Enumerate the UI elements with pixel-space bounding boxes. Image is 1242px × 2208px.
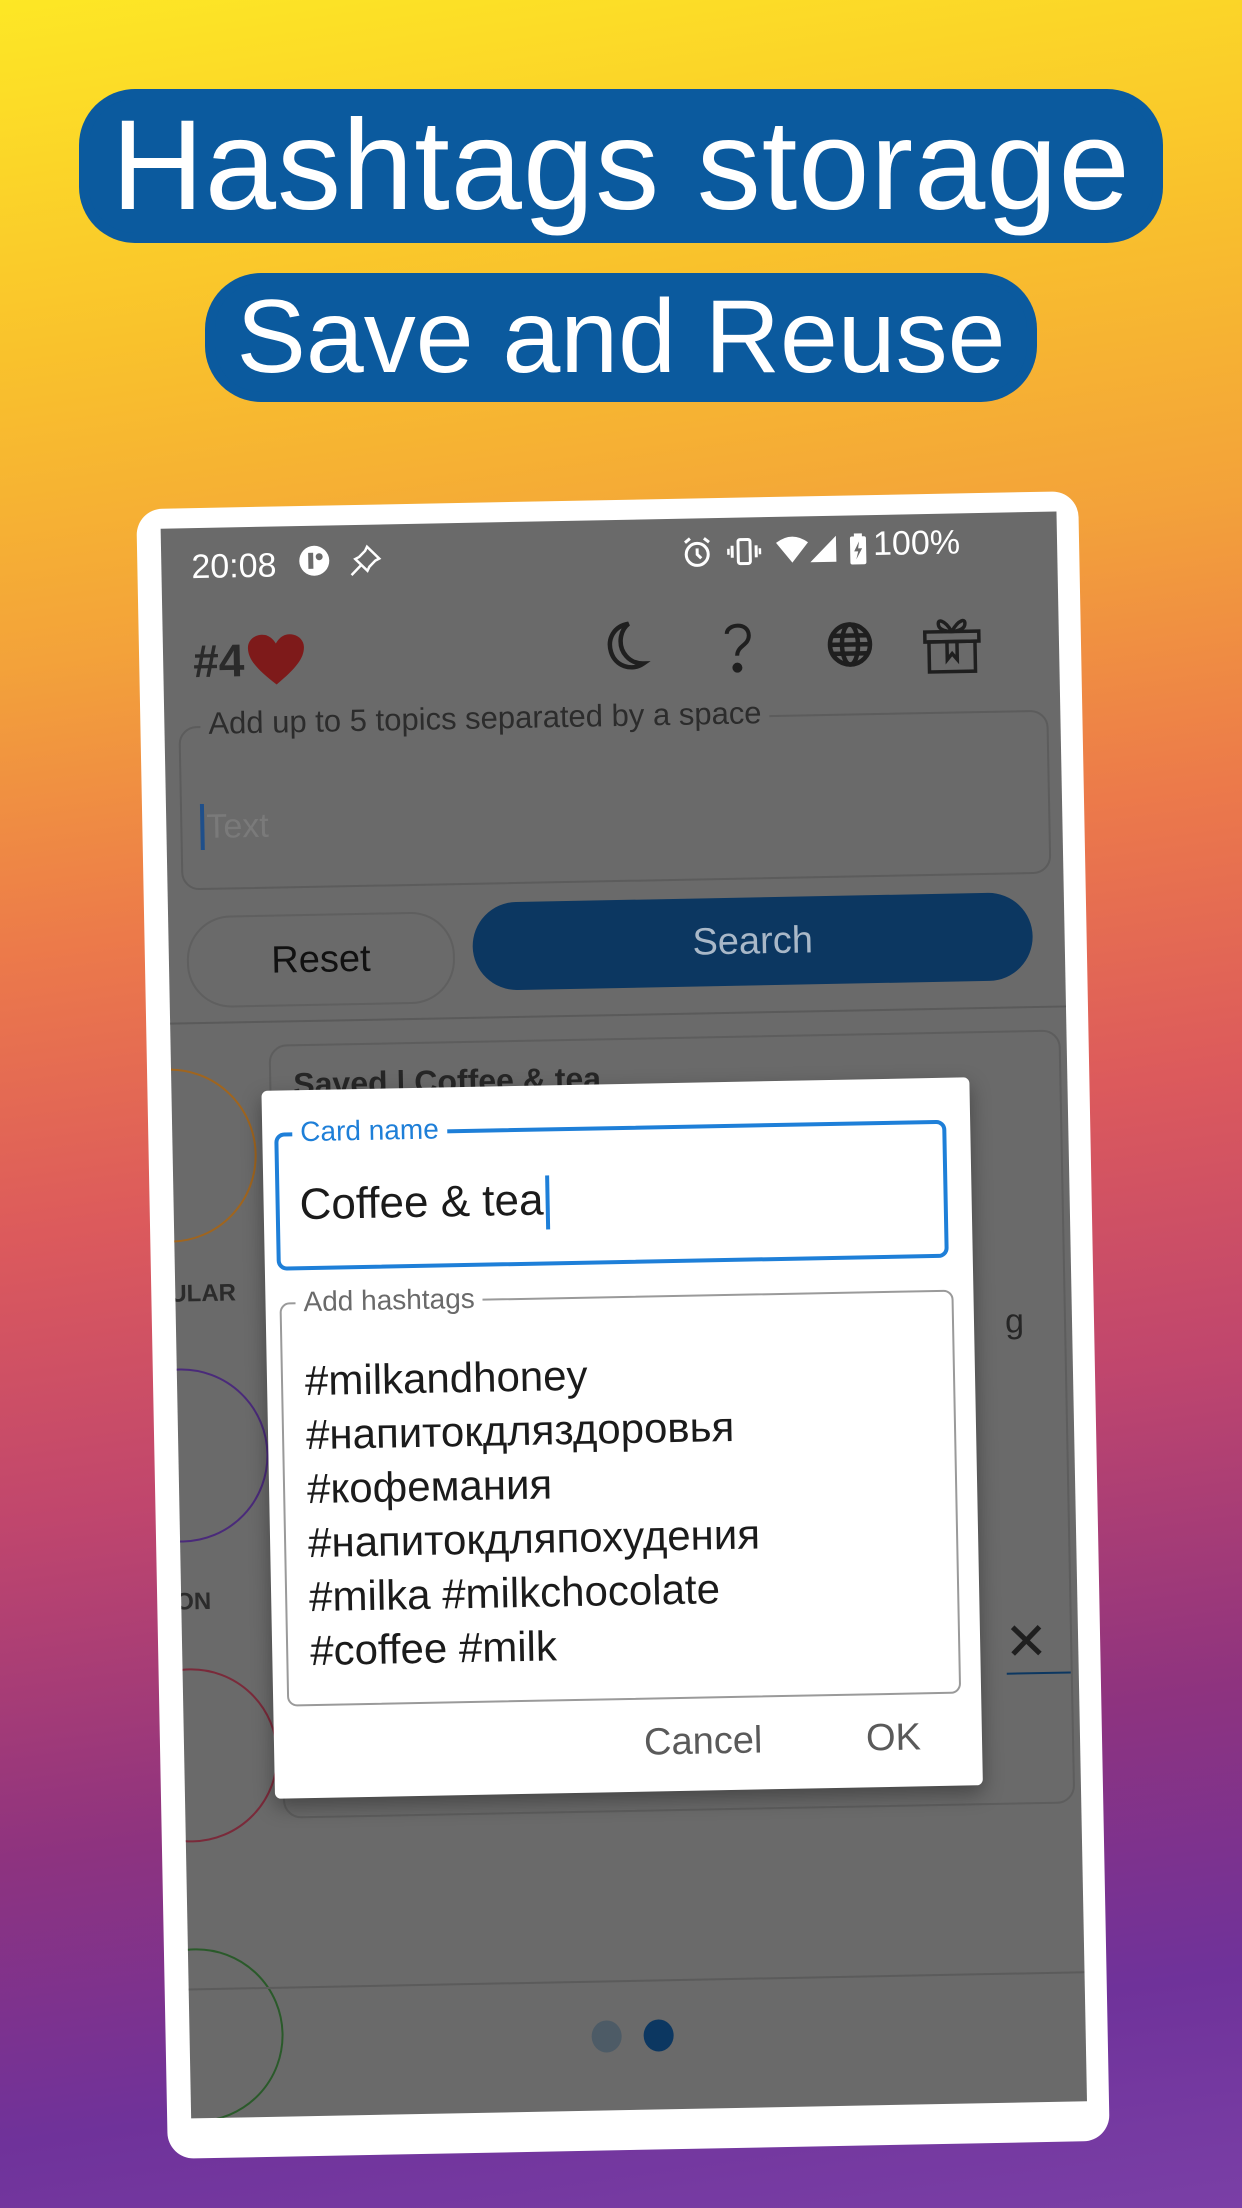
ok-button[interactable]: OK xyxy=(866,1716,922,1760)
headline-subtitle: Save and Reuse xyxy=(0,278,1242,397)
side-tab-label[interactable]: ON xyxy=(175,1588,212,1617)
alarm-icon xyxy=(681,536,714,578)
reset-button[interactable]: Reset xyxy=(186,911,456,1009)
app-brand[interactable]: #4 xyxy=(193,632,307,688)
card-underline xyxy=(1006,1671,1071,1675)
topics-input[interactable]: Text xyxy=(199,802,270,851)
pager-dot-1[interactable] xyxy=(591,2020,622,2053)
app-toolbar: #4 xyxy=(162,598,1060,705)
status-time: 20:08 xyxy=(191,546,277,587)
heart-icon xyxy=(248,634,305,685)
divider xyxy=(170,1005,1066,1025)
globe-icon[interactable] xyxy=(814,609,885,680)
hashtags-label: Add hashtags xyxy=(295,1282,484,1319)
gift-icon[interactable] xyxy=(916,607,987,678)
pin-icon xyxy=(347,542,384,588)
card-name-label: Card name xyxy=(291,1113,448,1149)
help-icon[interactable] xyxy=(702,611,773,682)
text-caret xyxy=(544,1175,550,1230)
hashtags-field[interactable]: Add hashtags #milkandhoney #напитокдлязд… xyxy=(279,1282,962,1707)
search-button[interactable]: Search xyxy=(471,892,1034,991)
app-screen: 20:08 100% #4 Add up to 5 topics separat… xyxy=(160,511,1087,2119)
side-tab-label[interactable]: ULAR xyxy=(169,1279,236,1308)
status-bar: 20:08 100% xyxy=(161,512,1058,595)
battery-charging-icon xyxy=(849,533,868,574)
topics-field[interactable]: Add up to 5 topics separated by a space … xyxy=(178,695,1052,891)
edit-card-dialog: Card name Coffee & tea Add hashtags #mil… xyxy=(261,1077,983,1799)
vibrate-icon xyxy=(726,535,762,577)
phone-frame: 20:08 100% #4 Add up to 5 topics separat… xyxy=(136,491,1110,2159)
card-name-input[interactable]: Coffee & tea xyxy=(299,1175,550,1234)
wifi-icon xyxy=(775,534,810,574)
battery-level: 100% xyxy=(872,523,961,564)
headline-title: Hashtags storage xyxy=(0,92,1242,239)
app-notification-icon xyxy=(297,543,332,587)
side-tab-circle[interactable] xyxy=(160,1067,259,1245)
cancel-button[interactable]: Cancel xyxy=(644,1719,763,1764)
close-icon[interactable]: ✕ xyxy=(1004,1612,1049,1673)
moon-icon[interactable] xyxy=(588,613,659,684)
side-tab-circle[interactable] xyxy=(160,1666,280,1845)
hashtags-input[interactable]: #milkandhoney #напитокдляздоровья #кофем… xyxy=(305,1345,763,1678)
pager-bar xyxy=(188,1971,1087,2119)
side-tab-circle[interactable] xyxy=(160,1366,271,1545)
pager-dot-2-active[interactable] xyxy=(643,2019,674,2052)
saved-card-text: g xyxy=(1004,1302,1025,1341)
card-name-field[interactable]: Card name Coffee & tea xyxy=(274,1113,949,1271)
signal-icon xyxy=(809,534,838,574)
